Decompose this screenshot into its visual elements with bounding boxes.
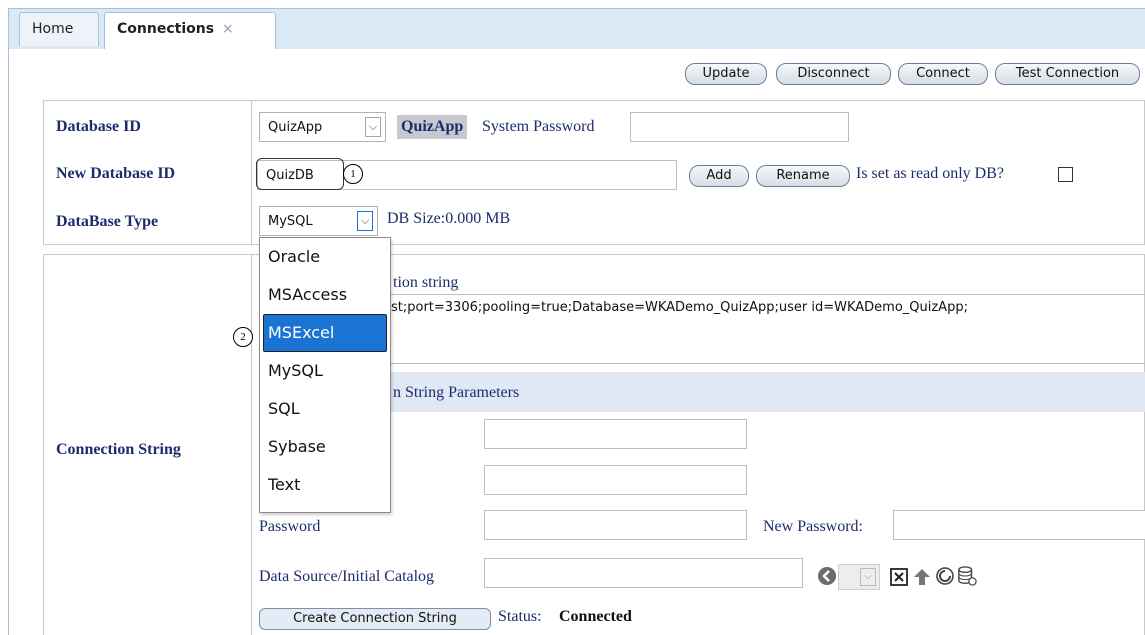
system-password-label: System Password	[482, 118, 595, 135]
connection-string-label: Connection String	[56, 441, 181, 458]
update-button[interactable]: Update	[685, 63, 767, 85]
upload-icon[interactable]	[912, 567, 932, 587]
dropdown-option-sybase[interactable]: Sybase	[260, 428, 390, 466]
database-type-value: MySQL	[268, 214, 313, 229]
user-id-input[interactable]	[484, 465, 747, 495]
dropdown-option-mysql[interactable]: MySQL	[260, 352, 390, 390]
rename-button[interactable]: Rename	[756, 165, 850, 187]
refresh-icon[interactable]	[935, 566, 955, 586]
dropdown-option-oracle[interactable]: Oracle	[260, 238, 390, 276]
database-icon[interactable]	[957, 566, 977, 586]
dropdown-option-sql[interactable]: SQL	[260, 390, 390, 428]
parameters-heading: n String Parameters	[393, 384, 520, 401]
highlight-frame	[256, 158, 344, 190]
connection-string-heading: tion string	[393, 274, 459, 291]
database-type-label: DataBase Type	[56, 213, 159, 230]
database-type-dropdown: Oracle MSAccess MSExcel MySQL SQL Sybase…	[259, 237, 391, 513]
new-database-id-label: New Database ID	[56, 165, 176, 182]
delete-icon[interactable]	[889, 567, 909, 587]
tab-home[interactable]: Home	[19, 12, 99, 46]
tab-home-label: Home	[32, 21, 74, 37]
connect-button[interactable]: Connect	[898, 63, 988, 85]
add-button[interactable]: Add	[689, 165, 749, 187]
callout-one: 1	[343, 164, 363, 184]
chevron-down-icon: ⌵	[860, 568, 876, 586]
status-value: Connected	[559, 608, 632, 625]
server-input[interactable]	[484, 419, 747, 449]
chevron-down-icon[interactable]: ⌵	[365, 117, 381, 137]
tab-close-icon[interactable]: ×	[222, 21, 234, 37]
readonly-label: Is set as read only DB?	[856, 165, 1004, 182]
tab-connections[interactable]: Connections ×	[104, 12, 276, 49]
database-id-badge: QuizApp	[397, 115, 468, 139]
test-connection-button[interactable]: Test Connection	[995, 63, 1140, 85]
db-size-text: DB Size:0.000 MB	[387, 210, 511, 227]
callout-two: 2	[233, 327, 253, 347]
system-password-input[interactable]	[630, 112, 849, 142]
dropdown-option-msexcel[interactable]: MSExcel	[263, 314, 387, 352]
disconnect-button[interactable]: Disconnect	[776, 63, 891, 85]
database-id-value: QuizApp	[268, 120, 323, 135]
connection-string-value: st;port=3306;pooling=true;Database=WKADe…	[391, 300, 968, 315]
back-arrow-icon[interactable]	[817, 566, 837, 586]
new-password-label: New Password:	[763, 518, 863, 535]
tab-connections-label: Connections	[117, 21, 215, 37]
password-input[interactable]	[484, 510, 747, 540]
new-password-input[interactable]	[893, 510, 1145, 540]
connection-string-textarea[interactable]: st;port=3306;pooling=true;Database=WKADe…	[388, 294, 1145, 364]
database-id-select[interactable]: QuizApp ⌵	[259, 112, 386, 142]
database-type-select[interactable]: MySQL ⌵	[259, 206, 378, 236]
dropdown-option-text[interactable]: Text	[260, 466, 390, 504]
chevron-down-icon[interactable]: ⌵	[357, 211, 373, 231]
status-label: Status:	[498, 608, 542, 625]
disabled-select: ⌵	[838, 564, 880, 590]
data-source-input[interactable]	[484, 558, 803, 588]
password-label: Password	[259, 518, 321, 535]
readonly-checkbox[interactable]	[1058, 167, 1073, 182]
data-source-label: Data Source/Initial Catalog	[259, 568, 435, 585]
database-id-label: Database ID	[56, 118, 141, 135]
create-connection-string-button[interactable]: Create Connection String	[259, 608, 491, 630]
dropdown-option-msaccess[interactable]: MSAccess	[260, 276, 390, 314]
